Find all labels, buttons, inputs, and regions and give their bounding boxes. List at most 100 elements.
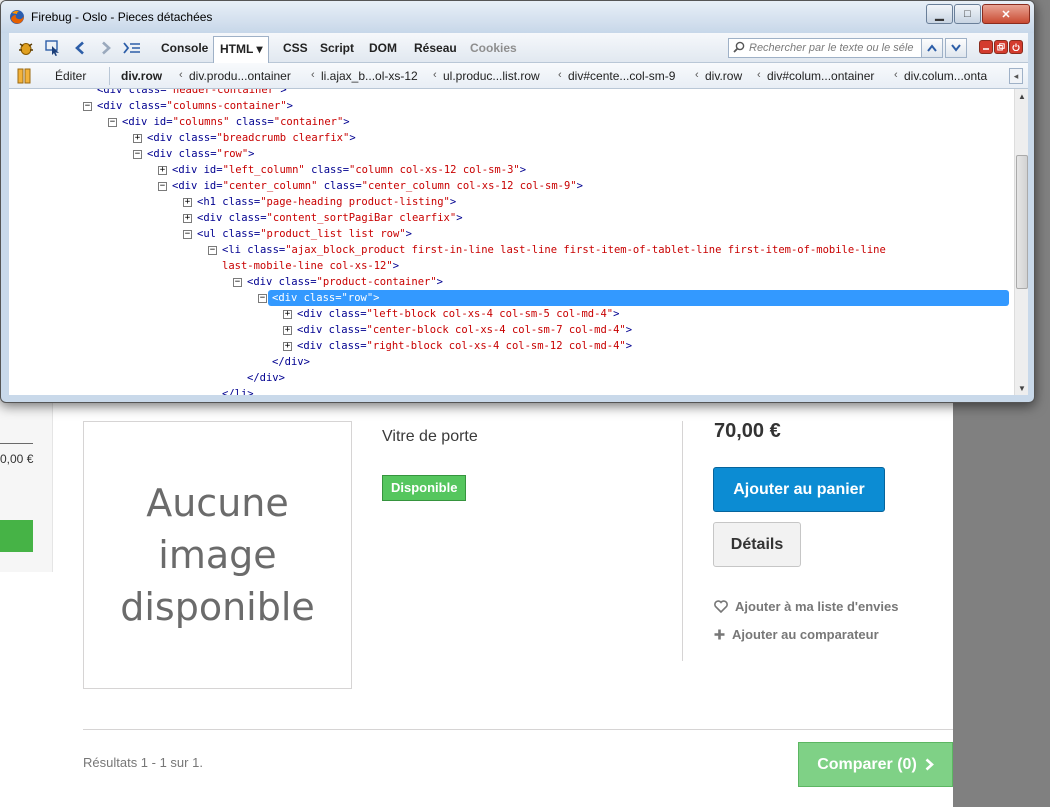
chevron-up-icon [927, 44, 937, 52]
html-node[interactable]: <div id="center_column" class="center_co… [172, 178, 583, 194]
tab-script[interactable]: Script [314, 38, 360, 60]
add-to-cart-button[interactable]: Ajouter au panier [713, 467, 885, 512]
firebug-close-button[interactable] [1009, 40, 1023, 54]
search-prev-button[interactable] [921, 38, 943, 58]
html-node[interactable]: <div id="left_column" class="column col-… [172, 162, 526, 178]
firebug-minimize-button[interactable] [979, 40, 993, 54]
search-placeholder: Rechercher par le texte ou le séle [749, 42, 914, 54]
html-node[interactable]: <div class="header-container"> [97, 89, 287, 98]
breadcrumb-item[interactable]: ul.produc...list.row [443, 69, 540, 83]
html-node[interactable]: </div> [272, 354, 310, 370]
tab-network[interactable]: Réseau [408, 38, 463, 60]
add-to-compare-link[interactable]: Ajouter au comparateur [714, 627, 879, 642]
column-divider [682, 421, 683, 661]
search-icon [733, 41, 745, 57]
command-line-icon[interactable] [123, 39, 141, 57]
inspect-icon[interactable] [44, 39, 62, 57]
collapse-node-icon[interactable]: − [258, 294, 267, 303]
firebug-window: Firebug - Oslo - Pieces détachées ▁ □ ✕ … [0, 0, 1035, 403]
plus-icon [714, 629, 725, 640]
breadcrumb-separator-icon: ‹ [433, 69, 437, 81]
window-title: Firebug - Oslo - Pieces détachées [31, 10, 213, 24]
tab-cookies[interactable]: Cookies [464, 38, 523, 60]
breadcrumb-item[interactable]: div.colum...onta [904, 69, 987, 83]
tab-console[interactable]: Console [155, 38, 214, 60]
expand-node-icon[interactable]: + [283, 342, 292, 351]
minimize-icon: ▁ [935, 8, 944, 21]
html-node[interactable]: <div class="columns-container"> [97, 98, 293, 114]
vertical-scrollbar[interactable]: ▲ ▼ [1014, 89, 1028, 395]
html-node[interactable]: <div id="columns" class="container"> [122, 114, 350, 130]
breadcrumb-separator-icon: ‹ [311, 69, 315, 81]
availability-badge: Disponible [382, 475, 467, 501]
html-node[interactable]: </li> [222, 386, 254, 395]
html-node[interactable]: <div class="product-container"> [247, 274, 443, 290]
maximize-button[interactable]: □ [954, 4, 981, 24]
html-node[interactable]: </div> [247, 370, 285, 386]
chevron-right-icon [925, 758, 934, 771]
forward-arrow-icon[interactable] [97, 39, 115, 57]
firebug-detach-button[interactable] [994, 40, 1008, 54]
firebug-bug-icon[interactable] [17, 39, 35, 57]
html-node[interactable]: <div class="right-block col-xs-4 col-sm-… [297, 338, 632, 354]
breadcrumb-item[interactable]: div.row [121, 69, 162, 83]
expand-node-icon[interactable]: + [283, 326, 292, 335]
minimize-button[interactable]: ▁ [926, 4, 953, 24]
scroll-thumb[interactable] [1016, 155, 1028, 289]
edit-button[interactable]: Éditer [55, 69, 86, 83]
expand-node-icon[interactable]: + [183, 198, 192, 207]
collapse-node-icon[interactable]: − [158, 182, 167, 191]
add-to-wishlist-link[interactable]: Ajouter à ma liste d'envies [714, 599, 898, 614]
chevron-down-icon [951, 44, 961, 52]
html-tree-panel[interactable]: <div class="header-container"> − <div clas… [9, 89, 1014, 395]
breadcrumb-item[interactable]: div.produ...ontainer [189, 69, 291, 83]
html-node[interactable]: <ul class="product_list list row"> [197, 226, 412, 242]
breadcrumb-scroll-left[interactable]: ◂ [1009, 68, 1023, 84]
search-next-button[interactable] [945, 38, 967, 58]
compare-button[interactable]: Comparer (0) [798, 742, 953, 787]
expand-node-icon[interactable]: + [133, 134, 142, 143]
html-node-selected[interactable]: <div class="row"> [268, 290, 1009, 306]
expand-node-icon[interactable]: + [158, 166, 167, 175]
html-node[interactable]: <div class="left-block col-xs-4 col-sm-5… [297, 306, 619, 322]
product-name[interactable]: Vitre de porte [382, 428, 478, 446]
search-input[interactable]: Rechercher par le texte ou le séle [728, 38, 926, 58]
expand-node-icon[interactable]: + [283, 310, 292, 319]
tab-css[interactable]: CSS [277, 38, 314, 60]
breadcrumb-item[interactable]: div#cente...col-sm-9 [568, 69, 675, 83]
power-icon [1012, 43, 1020, 51]
scroll-up-arrow[interactable]: ▲ [1015, 89, 1029, 103]
wishlist-label: Ajouter à ma liste d'envies [735, 599, 899, 614]
collapse-node-icon[interactable]: − [83, 102, 92, 111]
close-button[interactable]: ✕ [982, 4, 1030, 24]
breadcrumb-item[interactable]: li.ajax_b...ol-xs-12 [321, 69, 418, 83]
back-arrow-icon[interactable] [71, 39, 89, 57]
collapse-node-icon[interactable]: − [233, 278, 242, 287]
collapse-node-icon[interactable]: − [108, 118, 117, 127]
html-node[interactable]: <h1 class="page-heading product-listing"… [197, 194, 456, 210]
tab-html[interactable]: HTML ▾ [213, 36, 270, 63]
compare-button-label: Comparer (0) [817, 755, 917, 773]
html-node[interactable]: <li class="ajax_block_product first-in-l… [222, 242, 886, 258]
breadcrumb-handle-icon[interactable] [17, 68, 31, 84]
collapse-node-icon[interactable]: − [208, 246, 217, 255]
html-node[interactable]: <div class="content_sortPagiBar clearfix… [197, 210, 463, 226]
scroll-down-arrow[interactable]: ▼ [1015, 381, 1029, 395]
html-node[interactable]: <div class="center-block col-xs-4 col-sm… [297, 322, 632, 338]
breadcrumb-item[interactable]: div#colum...ontainer [767, 69, 874, 83]
html-node[interactable]: <div class="breadcrumb clearfix"> [147, 130, 356, 146]
html-node[interactable]: last-mobile-line col-xs-12"> [222, 258, 399, 274]
breadcrumb-separator-icon: ‹ [695, 69, 699, 81]
dropdown-arrow-icon[interactable]: ▾ [256, 42, 262, 56]
html-node[interactable]: <div class="row"> [147, 146, 254, 162]
window-titlebar[interactable]: Firebug - Oslo - Pieces détachées ▁ □ ✕ [1, 1, 1034, 33]
collapse-node-icon[interactable]: − [183, 230, 192, 239]
tab-dom[interactable]: DOM [363, 38, 403, 60]
firefox-icon [10, 10, 24, 24]
breadcrumb-item[interactable]: div.row [705, 69, 742, 83]
expand-node-icon[interactable]: + [183, 214, 192, 223]
product-image[interactable]: Aucune image disponible [83, 421, 352, 689]
details-button[interactable]: Détails [713, 522, 801, 567]
collapse-node-icon[interactable]: − [133, 150, 142, 159]
previous-product-cart-button[interactable] [0, 520, 33, 552]
